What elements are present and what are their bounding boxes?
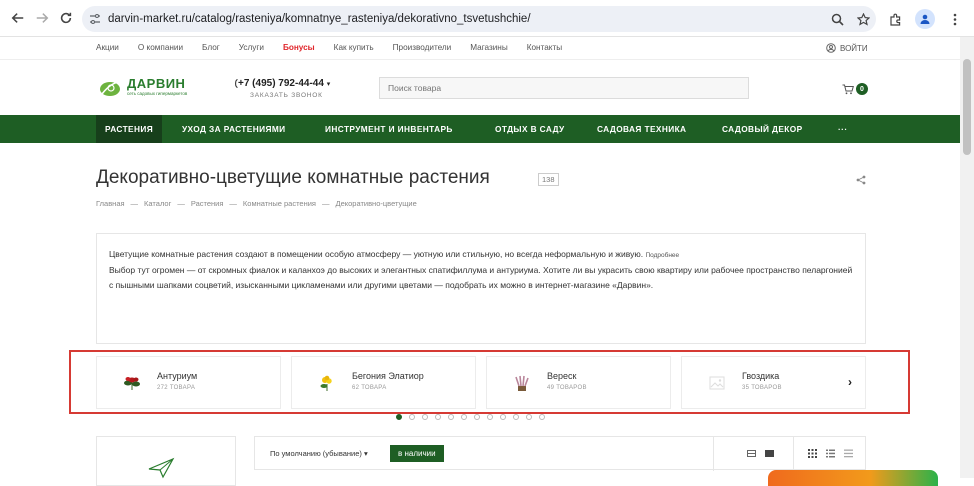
view-list-icon[interactable] (826, 449, 835, 458)
link-how-to-buy[interactable]: Как купить (334, 43, 374, 52)
address-bar[interactable]: darvin-market.ru/catalog/rasteniya/komna… (82, 6, 876, 32)
zoom-icon[interactable] (824, 13, 850, 26)
view-compact-icon[interactable] (747, 450, 756, 457)
filter-panel (96, 436, 236, 486)
crumb-current: Декоративно-цветущие (335, 199, 417, 208)
slider-pagination (396, 414, 545, 420)
sort-dropdown[interactable]: По умолчанию (убывание) ▾ (270, 449, 368, 458)
view-grid-icon[interactable] (808, 449, 817, 458)
breadcrumb: Главная — Каталог — Растения — Комнатные ра… (96, 199, 417, 208)
service-bar: Акции О компании Блог Услуги Бонусы Как … (0, 37, 960, 60)
callback-link[interactable]: ЗАКАЗАТЬ ЗВОНОК (250, 92, 323, 99)
page-title: Декоративно-цветущие комнатные растения (96, 167, 490, 188)
view-table-icon[interactable] (844, 449, 853, 458)
crumb-home[interactable]: Главная (96, 199, 125, 208)
nav-garden-decor[interactable]: САДОВЫЙ ДЕКОР (722, 115, 803, 143)
slider-dot[interactable] (422, 414, 428, 420)
slider-dot[interactable] (526, 414, 532, 420)
site-info-icon[interactable] (82, 13, 108, 25)
slider-dot[interactable] (500, 414, 506, 420)
leaf-logo-icon (100, 80, 124, 96)
service-links: Акции О компании Блог Услуги Бонусы Как … (96, 43, 581, 52)
crumb-plants[interactable]: Растения (191, 199, 224, 208)
desc-body: Выбор тут огромен — от скромных фиалок и… (109, 265, 853, 291)
link-promotions[interactable]: Акции (96, 43, 119, 52)
cart-button[interactable]: 0 (842, 83, 868, 95)
extensions-icon[interactable] (880, 6, 910, 32)
slider-dot[interactable] (409, 414, 415, 420)
login-button[interactable]: ВОЙТИ (826, 43, 868, 53)
view-card-icon[interactable] (765, 450, 774, 457)
search-input[interactable] (379, 77, 749, 99)
promo-widget[interactable] (768, 470, 938, 486)
divider (713, 437, 714, 471)
browser-toolbar: darvin-market.ru/catalog/rasteniya/komna… (0, 0, 974, 37)
slider-dot[interactable] (513, 414, 519, 420)
highlight-box (69, 350, 910, 414)
main-navigation: РАСТЕНИЯ УХОД ЗА РАСТЕНИЯМИ ИНСТРУМЕНТ И… (0, 115, 960, 143)
nav-garden-leisure[interactable]: ОТДЫХ В САДУ (495, 115, 565, 143)
category-description: Цветущие комнатные растения создают в по… (96, 233, 866, 344)
slider-dot[interactable] (474, 414, 480, 420)
link-bonuses[interactable]: Бонусы (283, 43, 315, 52)
scrollbar-thumb[interactable] (963, 59, 971, 155)
nav-tools[interactable]: ИНСТРУМЕНТ И ИНВЕНТАРЬ (325, 115, 453, 143)
product-count-badge: 138 (538, 173, 559, 186)
page-scrollbar[interactable] (960, 37, 974, 478)
slider-dot[interactable] (539, 414, 545, 420)
link-services[interactable]: Услуги (239, 43, 264, 52)
site-logo[interactable]: ДАРВИН сеть садовых гипермаркетов (99, 76, 191, 100)
user-icon (826, 43, 836, 53)
login-label: ВОЙТИ (840, 43, 868, 53)
slider-dot[interactable] (461, 414, 467, 420)
slider-dot[interactable] (396, 414, 402, 420)
slider-dot[interactable] (487, 414, 493, 420)
profile-avatar[interactable] (910, 6, 940, 32)
share-icon[interactable] (856, 175, 866, 185)
url-text: darvin-market.ru/catalog/rasteniya/komna… (108, 13, 531, 25)
link-stores[interactable]: Магазины (470, 43, 507, 52)
link-contacts[interactable]: Контакты (527, 43, 562, 52)
nav-garden-machinery[interactable]: САДОВАЯ ТЕХНИКА (597, 115, 686, 143)
link-about[interactable]: О компании (138, 43, 183, 52)
nav-plants[interactable]: РАСТЕНИЯ (96, 115, 163, 143)
desc-intro: Цветущие комнатные растения создают в по… (109, 249, 644, 259)
slider-dot[interactable] (448, 414, 454, 420)
catalog-toolbar: По умолчанию (убывание) ▾ в наличии (254, 436, 866, 471)
cart-icon (842, 84, 854, 94)
menu-kebab-icon[interactable] (940, 6, 970, 32)
in-stock-button[interactable]: в наличии (390, 445, 444, 462)
paper-plane-icon (148, 457, 175, 479)
divider (793, 437, 794, 471)
phone-number[interactable]: +7 (495) 792-44-44 ▾ (238, 78, 330, 89)
logo-tagline: сеть садовых гипермаркетов (127, 91, 188, 96)
site-header: ДАРВИН сеть садовых гипермаркетов +7 (49… (0, 60, 960, 115)
read-more-link[interactable]: Подробнее (645, 252, 679, 259)
crumb-indoor-plants[interactable]: Комнатные растения (243, 199, 316, 208)
cart-count-badge: 0 (856, 83, 868, 95)
bookmark-star-icon[interactable] (850, 12, 876, 26)
phone-dropdown-icon[interactable]: ▾ (327, 81, 331, 88)
link-blog[interactable]: Блог (202, 43, 220, 52)
slider-dot[interactable] (435, 414, 441, 420)
nav-plant-care[interactable]: УХОД ЗА РАСТЕНИЯМИ (182, 115, 286, 143)
nav-more[interactable]: ··· (838, 115, 848, 143)
link-brands[interactable]: Производители (393, 43, 452, 52)
logo-name: ДАРВИН (127, 76, 186, 91)
crumb-catalog[interactable]: Каталог (144, 199, 171, 208)
reload-icon[interactable] (52, 4, 80, 32)
chevron-down-icon: ▾ (364, 449, 368, 458)
